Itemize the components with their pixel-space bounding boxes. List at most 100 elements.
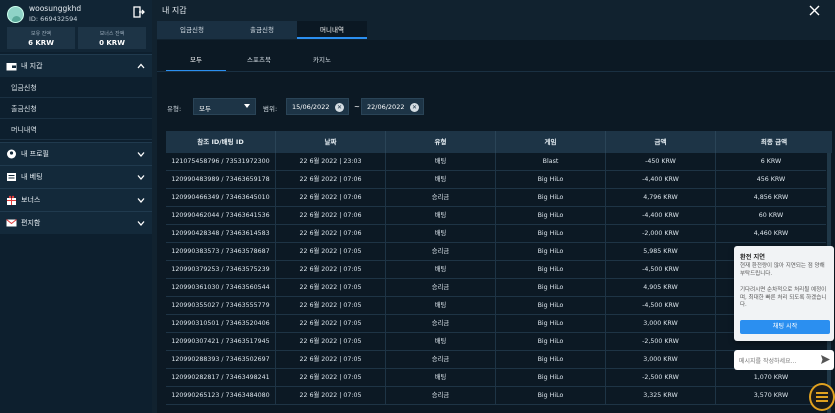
mail-icon	[6, 219, 17, 227]
table-row: 120990462044 / 73463641536 22 6월 2022 | 0…	[166, 207, 826, 225]
cell-game: Blast	[496, 153, 606, 171]
cell-type: 배팅	[386, 207, 496, 225]
cell-date: 22 6월 2022 | 07:05	[276, 279, 386, 297]
sidebar-section-wallet[interactable]: 내 지갑	[0, 54, 152, 77]
cell-amount: 4,905 KRW	[606, 279, 716, 297]
send-icon[interactable]	[820, 354, 831, 365]
bets-icon	[7, 173, 16, 181]
col-game: 게임	[496, 131, 606, 153]
cell-amount: 4,796 KRW	[606, 189, 716, 207]
logout-icon[interactable]	[133, 6, 145, 18]
cell-type: 승리금	[386, 243, 496, 261]
type-select[interactable]: 모두	[193, 98, 256, 115]
sidebar-item-money-history[interactable]: 머니내역	[0, 120, 152, 140]
chevron-down-icon	[137, 221, 145, 226]
subtab-sportsbook[interactable]: 스포츠북	[229, 50, 289, 72]
tab-deposit[interactable]: 입금신청	[157, 21, 227, 39]
subtab-all[interactable]: 모두	[166, 50, 226, 72]
tab-withdraw[interactable]: 출금신청	[227, 21, 297, 39]
cell-type: 승리금	[386, 279, 496, 297]
cell-type: 배팅	[386, 225, 496, 243]
col-ref-id: 참조 ID/배팅 ID	[166, 131, 276, 153]
balance-bonus: 보너스 잔액 0 KRW	[78, 27, 146, 49]
divider	[157, 71, 835, 72]
chevron-up-icon	[137, 63, 145, 69]
sidebar-item-deposit[interactable]: 입금신청	[0, 78, 152, 98]
cell-amount: -4,400 KRW	[606, 207, 716, 225]
chat-start-button[interactable]: 채팅 시작	[740, 320, 830, 334]
chat-popup: 환전 지연 현재 환전량이 많아 지연되는 점 양해 부탁드립니다. 기다려시면…	[734, 246, 834, 341]
sidebar-section-mailbox[interactable]: 편지함	[0, 211, 152, 234]
close-icon[interactable]	[809, 5, 820, 16]
date-from-field[interactable]: 15/06/2022 ✕	[286, 98, 349, 115]
date-from-value: 15/06/2022	[292, 103, 330, 111]
cell-ref-id: 120990379253 / 73463575239	[166, 261, 276, 279]
cell-date: 22 6월 2022 | 07:05	[276, 369, 386, 387]
sidebar-section-label: 내 베팅	[21, 173, 43, 181]
cell-amount: 3,325 KRW	[606, 387, 716, 405]
date-to-field[interactable]: 22/06/2022 ✕	[361, 98, 424, 115]
sidebar-section-label: 보너스	[21, 196, 41, 204]
cell-type: 배팅	[386, 261, 496, 279]
cell-ref-id: 120990307421 / 73463517945	[166, 333, 276, 351]
cell-ref-id: 120990355027 / 73463555779	[166, 297, 276, 315]
subtab-casino[interactable]: 카지노	[292, 50, 352, 72]
cell-type: 배팅	[386, 369, 496, 387]
range-label: 범위:	[263, 105, 278, 113]
clear-icon[interactable]: ✕	[335, 103, 344, 112]
cell-type: 배팅	[386, 171, 496, 189]
bonus-value: 0 KRW	[99, 39, 125, 47]
clear-icon[interactable]: ✕	[410, 103, 419, 112]
cell-ref-id: 120990282817 / 73463498241	[166, 369, 276, 387]
cell-game: Big HiLo	[496, 243, 606, 261]
sidebar-section-bonus[interactable]: 보너스	[0, 188, 152, 211]
cell-date: 22 6월 2022 | 07:05	[276, 243, 386, 261]
chat-input[interactable]: 메시지를 작성하세요...	[734, 350, 834, 370]
sidebar-section-profile[interactable]: 내 프로필	[0, 142, 152, 165]
balance-value: 6 KRW	[28, 39, 54, 47]
table-row: 120990383573 / 73463578687 22 6월 2022 | 0…	[166, 243, 826, 261]
cell-amount: -2,000 KRW	[606, 225, 716, 243]
chat-launcher[interactable]	[809, 383, 835, 411]
cell-type: 배팅	[386, 153, 496, 171]
caret-down-icon	[244, 104, 250, 108]
sidebar-item-withdraw[interactable]: 출금신청	[0, 99, 152, 119]
cell-date: 22 6월 2022 | 07:06	[276, 225, 386, 243]
table-row: 121075458796 / 73531972300 22 6월 2022 | 2…	[166, 153, 826, 171]
cell-game: Big HiLo	[496, 315, 606, 333]
col-type: 유형	[386, 131, 496, 153]
cell-date: 22 6월 2022 | 07:06	[276, 189, 386, 207]
user-id: ID: 669432594	[29, 15, 78, 23]
date-to-value: 22/06/2022	[367, 103, 405, 111]
tab-money-history[interactable]: 머니내역	[297, 21, 367, 39]
chevron-down-icon	[137, 152, 145, 157]
table-header: 참조 ID/배팅 ID 날짜 유형 게임 금액 최종 금액	[166, 131, 832, 153]
cell-final-amount: 6 KRW	[760, 158, 782, 165]
sidebar-item-label: 입금신청	[11, 84, 37, 92]
cell-final-amount: 4,460 KRW	[753, 230, 789, 237]
chevron-down-icon	[137, 198, 145, 203]
balance-main: 보유 잔액 6 KRW	[7, 27, 75, 49]
cell-date: 22 6월 2022 | 07:05	[276, 315, 386, 333]
cell-final-amount: 1,070 KRW	[753, 374, 789, 381]
cell-ref-id: 120990462044 / 73463641536	[166, 207, 276, 225]
cell-type: 배팅	[386, 333, 496, 351]
cell-date: 22 6월 2022 | 07:06	[276, 171, 386, 189]
table-row: 120990310501 / 73463520406 22 6월 2022 | 0…	[166, 315, 826, 333]
cell-date: 22 6월 2022 | 07:05	[276, 387, 386, 405]
cell-game: Big HiLo	[496, 351, 606, 369]
sidebar-item-label: 머니내역	[11, 126, 37, 134]
sidebar-section-bets[interactable]: 내 베팅	[0, 165, 152, 188]
table-row: 120990379253 / 73463575239 22 6월 2022 | 0…	[166, 261, 826, 279]
col-date: 날짜	[276, 131, 386, 153]
cell-ref-id: 120990383573 / 73463578687	[166, 243, 276, 261]
cell-amount: -2,500 KRW	[606, 369, 716, 387]
cell-final-amount: 60 KRW	[758, 212, 784, 219]
cell-game: Big HiLo	[496, 207, 606, 225]
chat-icon	[816, 392, 828, 402]
cell-amount: -4,500 KRW	[606, 261, 716, 279]
cell-game: Big HiLo	[496, 261, 606, 279]
cell-amount: -4,400 KRW	[606, 171, 716, 189]
cell-type: 승리금	[386, 387, 496, 405]
cell-amount: -2,500 KRW	[606, 333, 716, 351]
